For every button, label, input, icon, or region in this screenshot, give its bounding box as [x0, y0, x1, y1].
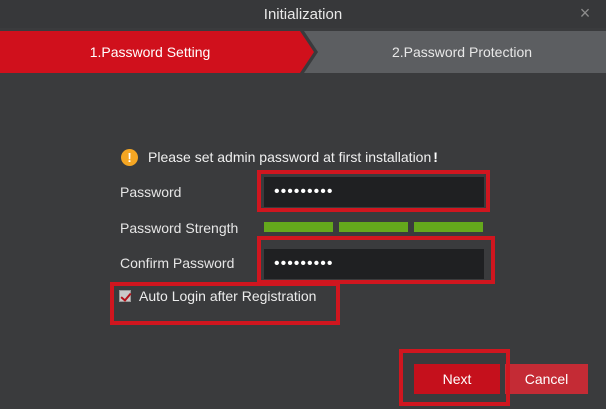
notice-text: Please set admin password at first insta…: [148, 149, 432, 165]
step-indicator: 1.Password Setting 2.Password Protection: [0, 31, 606, 73]
password-strength-meter: [264, 222, 483, 232]
notice: ! Please set admin password at first ins…: [121, 147, 438, 167]
dialog-title: Initialization: [263, 5, 343, 23]
notice-exclamation: !: [433, 149, 438, 165]
warning-icon: !: [121, 148, 138, 166]
step-password-setting: 1.Password Setting: [89, 44, 211, 60]
password-strength-label: Password Strength: [120, 220, 239, 236]
auto-login-checkbox[interactable]: [119, 290, 131, 302]
next-button[interactable]: Next: [414, 364, 500, 394]
password-label: Password: [120, 184, 182, 200]
password-field[interactable]: •••••••••: [264, 177, 484, 207]
initialization-dialog: Initialization × 1.Password Setting 2.Pa…: [0, 0, 606, 409]
auto-login-label: Auto Login after Registration: [139, 288, 317, 304]
title-bar: Initialization ×: [0, 0, 606, 28]
close-icon[interactable]: ×: [576, 4, 594, 22]
step-password-protection: 2.Password Protection: [391, 44, 533, 60]
cancel-button[interactable]: Cancel: [505, 364, 588, 394]
confirm-password-field[interactable]: •••••••••: [264, 249, 484, 279]
confirm-password-label: Confirm Password: [120, 255, 235, 271]
auto-login-checkbox-row[interactable]: Auto Login after Registration: [119, 288, 316, 304]
strength-bar: [414, 222, 483, 232]
strength-bar: [339, 222, 408, 232]
strength-bar: [264, 222, 333, 232]
